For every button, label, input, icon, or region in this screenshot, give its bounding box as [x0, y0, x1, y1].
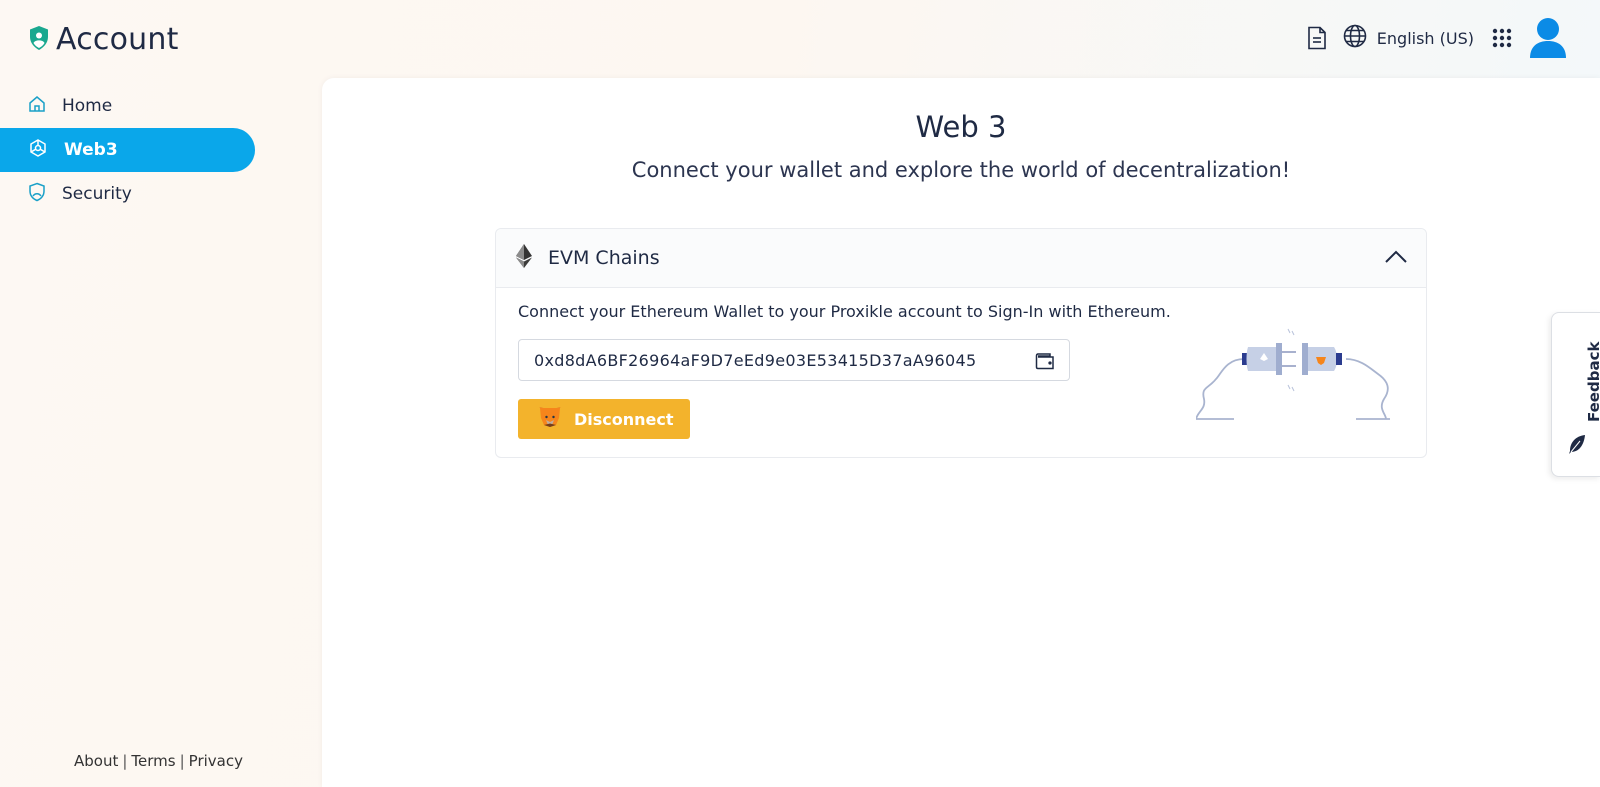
main-panel: Web 3 Connect your wallet and explore th…	[322, 78, 1600, 787]
feedback-label: Feedback	[1585, 341, 1600, 422]
card-title: EVM Chains	[548, 247, 660, 269]
apps-grid-icon[interactable]	[1492, 28, 1512, 48]
web3-network-icon	[28, 138, 48, 163]
wallet-icon[interactable]	[1035, 352, 1055, 374]
footer-separator: |	[179, 752, 185, 770]
sidebar-item-label: Security	[62, 184, 132, 204]
card-header[interactable]: EVM Chains	[496, 229, 1426, 288]
feather-icon	[1566, 433, 1588, 459]
footer-separator: |	[122, 752, 128, 770]
evm-chains-card: EVM Chains Connect your Ethereum Wallet …	[495, 228, 1427, 458]
globe-icon	[1343, 24, 1367, 52]
feedback-tab[interactable]: Feedback	[1551, 312, 1600, 477]
sidebar: Home Web3 Security	[0, 84, 260, 216]
brand[interactable]: Account	[28, 22, 179, 57]
language-label: English (US)	[1376, 28, 1474, 48]
language-selector[interactable]: English (US)	[1343, 24, 1474, 52]
terms-link[interactable]: Terms	[131, 752, 175, 770]
wallet-plug-illustration	[1195, 319, 1396, 433]
shield-icon	[28, 182, 46, 207]
chevron-up-icon[interactable]	[1384, 245, 1408, 273]
sidebar-item-label: Web3	[64, 140, 118, 160]
card-description: Connect your Ethereum Wallet to your Pro…	[518, 302, 1171, 321]
wallet-address-field[interactable]: 0xd8dA6BF26964aF9D7eEd9e03E53415D37aA960…	[518, 339, 1070, 381]
sidebar-item-home[interactable]: Home	[0, 84, 260, 128]
metamask-fox-icon	[538, 406, 562, 432]
topbar: English (US)	[1307, 16, 1568, 60]
document-icon[interactable]	[1307, 26, 1327, 50]
sidebar-item-label: Home	[62, 96, 113, 116]
home-icon	[28, 95, 46, 118]
avatar[interactable]	[1528, 16, 1568, 60]
ethereum-icon	[516, 244, 532, 272]
page-title: Web 3	[915, 110, 1007, 144]
footer-links: About | Terms | Privacy	[74, 752, 243, 770]
about-link[interactable]: About	[74, 752, 118, 770]
shield-logo-icon	[28, 25, 50, 55]
brand-title: Account	[56, 22, 179, 57]
disconnect-button[interactable]: Disconnect	[518, 399, 690, 439]
privacy-link[interactable]: Privacy	[189, 752, 243, 770]
disconnect-label: Disconnect	[574, 409, 674, 429]
sidebar-item-web3[interactable]: Web3	[0, 128, 255, 172]
wallet-address-value: 0xd8dA6BF26964aF9D7eEd9e03E53415D37aA960…	[534, 350, 977, 370]
sidebar-item-security[interactable]: Security	[0, 172, 260, 216]
page-subtitle: Connect your wallet and explore the worl…	[631, 158, 1291, 182]
